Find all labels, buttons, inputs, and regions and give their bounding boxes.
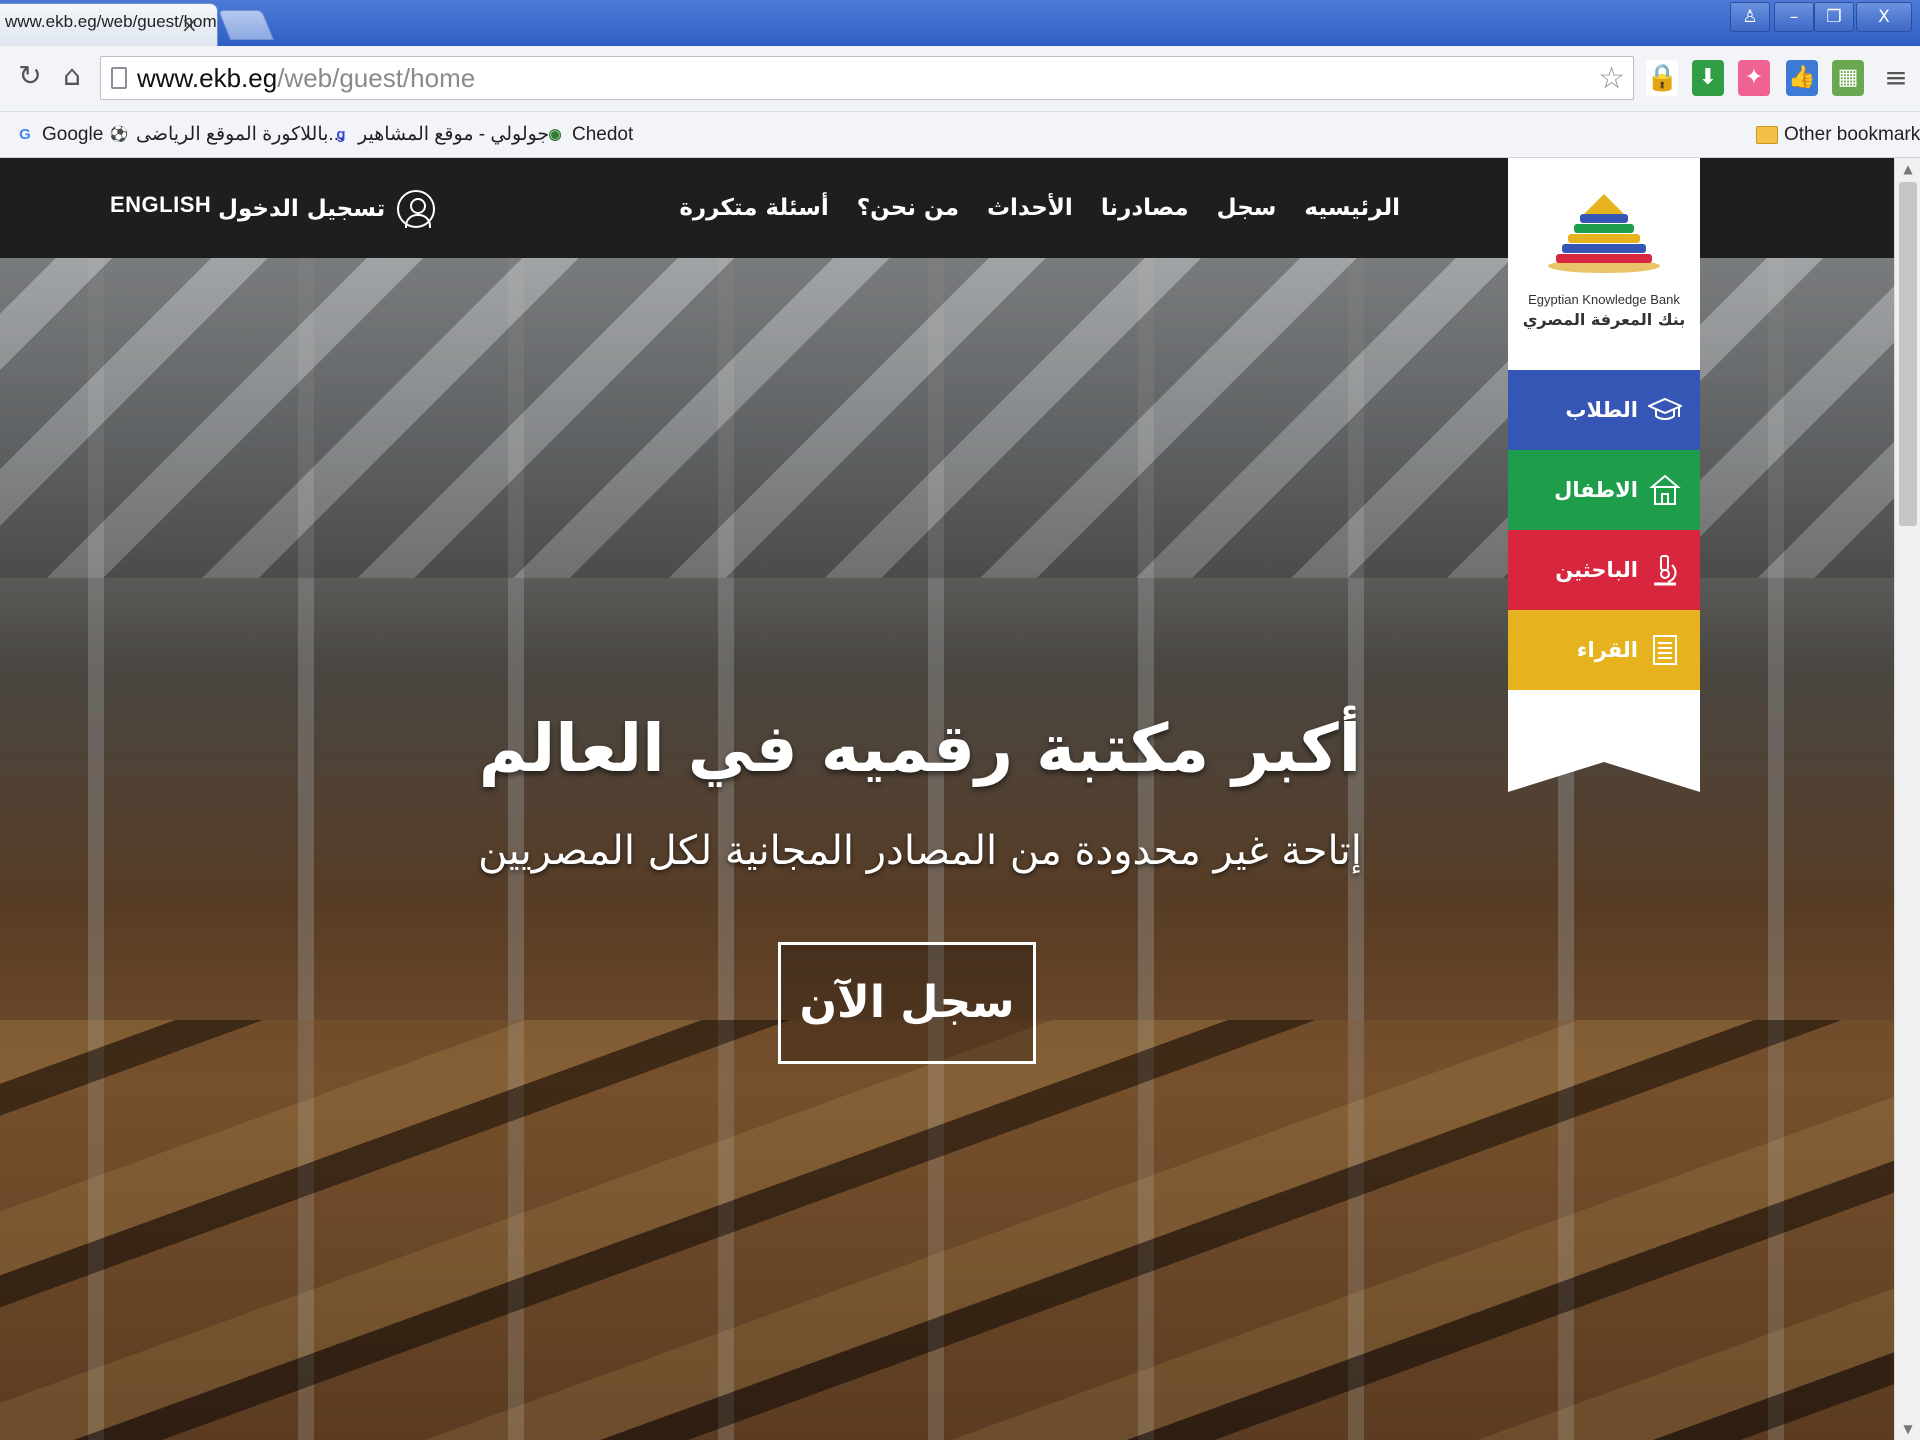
browser-tab[interactable]: www.ekb.eg/web/guest/home × xyxy=(0,3,218,46)
bookmark-label: Chedot xyxy=(572,124,634,145)
login-link[interactable]: تسجيل الدخول xyxy=(218,184,436,234)
menu-students[interactable]: الطلاب xyxy=(1508,370,1700,450)
site-logo[interactable]: Egyptian Knowledge Bank بنك المعرفة المص… xyxy=(1508,158,1700,370)
menu-students-label: الطلاب xyxy=(1565,398,1638,422)
graduation-cap-icon xyxy=(1646,393,1684,427)
page-viewport: الرئيسيه سجل مصادرنا الأحداث من نحن؟ أسئ… xyxy=(0,158,1894,1440)
bookmark-star-icon[interactable]: ☆ xyxy=(1598,61,1625,96)
menu-children[interactable]: الاطفال xyxy=(1508,450,1700,530)
language-switch[interactable]: ENGLISH xyxy=(110,192,211,218)
image-extension-icon[interactable]: ▦ xyxy=(1832,60,1864,96)
main-nav: الرئيسيه سجل مصادرنا الأحداث من نحن؟ أسئ… xyxy=(679,158,1400,258)
bookmark-label: باللاكورة الموقع الرياضى... xyxy=(136,124,345,145)
football-icon: ⚽ xyxy=(109,125,129,143)
other-bookmarks[interactable]: Other bookmarks xyxy=(1756,121,1920,149)
bookmark-google[interactable]: G Google xyxy=(14,121,103,149)
close-window-button[interactable]: X xyxy=(1856,2,1912,32)
minimize-button[interactable]: – xyxy=(1774,2,1814,32)
url-text: www.ekb.eg/web/guest/home xyxy=(137,63,475,94)
menu-ribbon-tail xyxy=(1508,690,1700,792)
user-icon xyxy=(397,190,436,228)
menu-children-label: الاطفال xyxy=(1554,478,1638,502)
hero-subtitle: إتاحة غير محدودة من المصادر المجانية لكل… xyxy=(478,828,1362,874)
address-bar[interactable]: www.ekb.eg/web/guest/home ☆ xyxy=(100,56,1634,100)
browser-titlebar: www.ekb.eg/web/guest/home × ♙ – ❐ X xyxy=(0,0,1920,46)
register-now-button[interactable]: سجل الآن xyxy=(778,942,1036,1064)
hero-title: أكبر مكتبة رقميه في العالم xyxy=(478,710,1362,787)
profile-icon[interactable]: ♙ xyxy=(1730,2,1770,32)
goloolive-icon: g xyxy=(336,125,346,143)
reload-icon[interactable]: ↻ xyxy=(12,58,48,94)
bookmark-label: جولولي - موقع المشاهير xyxy=(358,124,550,145)
house-icon xyxy=(1648,473,1682,507)
menu-researchers[interactable]: الباحثين xyxy=(1508,530,1700,610)
menu-readers-label: القراء xyxy=(1576,638,1638,662)
logo-text-arabic: بنك المعرفة المصري xyxy=(1522,310,1686,329)
bookmarks-bar: G Google ⚽ باللاكورة الموقع الرياضى... g جو… xyxy=(0,112,1920,158)
url-host: www.ekb.eg xyxy=(137,63,278,93)
nav-resources[interactable]: مصادرنا xyxy=(1101,195,1189,221)
new-tab-button[interactable] xyxy=(217,10,275,40)
books-logo-icon xyxy=(1546,194,1662,274)
scroll-thumb[interactable] xyxy=(1899,182,1917,526)
restore-button[interactable]: ❐ xyxy=(1814,2,1854,32)
other-bookmarks-label: Other bookmarks xyxy=(1784,124,1920,145)
bookmark-label: Google xyxy=(42,124,104,145)
bookmark-chedot[interactable]: ◉ Chedot xyxy=(544,121,633,149)
nav-about[interactable]: من نحن؟ xyxy=(857,195,959,221)
url-path: /web/guest/home xyxy=(277,63,476,93)
browser-toolbar: ↻ ⌂ www.ekb.eg/web/guest/home ☆ 🔒 ⬇ ✦ 👍 … xyxy=(0,46,1920,112)
document-icon xyxy=(1648,633,1682,667)
close-tab-icon[interactable]: × xyxy=(181,13,198,37)
nav-events[interactable]: الأحداث xyxy=(987,195,1073,221)
like-extension-icon[interactable]: 👍 xyxy=(1786,60,1818,96)
vertical-scrollbar[interactable]: ▲ ▼ xyxy=(1894,158,1920,1440)
bookmark-goloolive[interactable]: g جولولي - موقع المشاهير xyxy=(330,121,549,149)
google-icon: G xyxy=(19,125,31,143)
menu-researchers-label: الباحثين xyxy=(1555,558,1638,582)
logo-text-english: Egyptian Knowledge Bank xyxy=(1528,292,1680,307)
nav-register[interactable]: سجل xyxy=(1217,195,1277,221)
folder-icon xyxy=(1756,125,1778,144)
audience-menu: الطلاب الاطفال الباحثين القراء xyxy=(1508,370,1700,690)
scroll-up-icon[interactable]: ▲ xyxy=(1895,158,1920,180)
colorful-extension-icon[interactable]: ✦ xyxy=(1738,60,1770,96)
menu-icon[interactable]: ≡ xyxy=(1880,60,1912,96)
microscope-icon xyxy=(1648,553,1682,587)
login-label: تسجيل الدخول xyxy=(218,196,386,222)
books-logo-svg xyxy=(1548,194,1660,273)
scroll-down-icon[interactable]: ▼ xyxy=(1895,1418,1920,1440)
menu-readers[interactable]: القراء xyxy=(1508,610,1700,690)
nav-home[interactable]: الرئيسيه xyxy=(1304,195,1400,221)
nav-faq[interactable]: أسئلة متكررة xyxy=(679,195,828,221)
home-icon[interactable]: ⌂ xyxy=(54,58,90,94)
download-extension-icon[interactable]: ⬇ xyxy=(1692,60,1724,96)
bookmark-filgoal[interactable]: ⚽ باللاكورة الموقع الرياضى... xyxy=(108,121,345,149)
page-icon xyxy=(111,67,127,89)
lock-icon[interactable]: 🔒 xyxy=(1646,60,1678,96)
chedot-icon: ◉ xyxy=(548,125,562,143)
